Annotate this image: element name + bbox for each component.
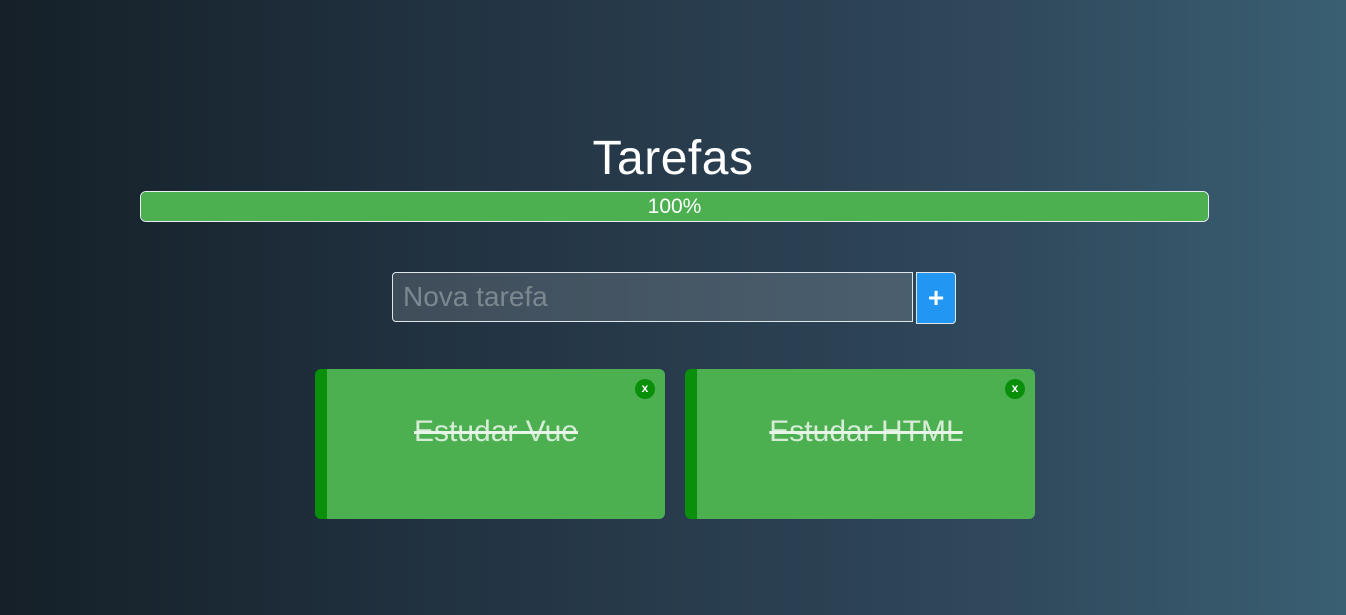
add-task-button[interactable]: + [916,272,956,324]
delete-task-button[interactable]: x [1005,379,1025,399]
progress-bar: 100% [140,191,1209,222]
new-task-form: + [392,272,957,324]
task-label: Estudar Vue [414,415,578,448]
progress-label: 100% [647,195,702,218]
page-title: Tarefas [592,132,754,185]
delete-task-button[interactable]: x [635,379,655,399]
task-card[interactable]: Estudar Vue x [315,369,665,519]
new-task-input[interactable] [392,272,913,322]
task-card[interactable]: Estudar HTML x [685,369,1035,519]
task-label: Estudar HTML [769,415,963,448]
progress-fill: 100% [141,192,1208,221]
task-list: Estudar Vue x Estudar HTML x [315,369,1035,519]
